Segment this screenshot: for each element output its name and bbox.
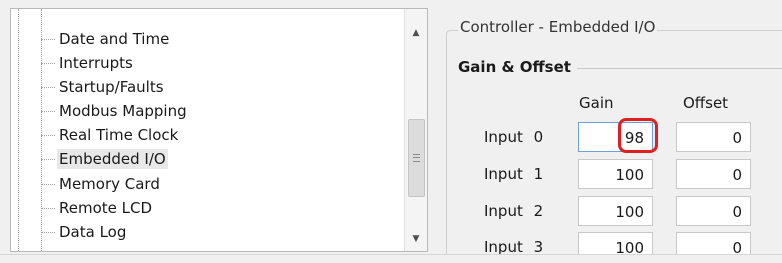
offset-input-2[interactable]: 0 [676, 196, 751, 226]
tree-scrollbar[interactable]: ▲ ▼ [404, 9, 427, 251]
gain-input-0[interactable]: 98 [578, 122, 653, 152]
scroll-down-arrow-icon[interactable]: ▼ [405, 229, 427, 249]
gain-column-header: Gain [579, 94, 614, 112]
tree-branch [41, 231, 55, 233]
tree-branch [41, 158, 55, 160]
input-row-2: Input 2 100 0 [440, 194, 782, 226]
tree-branch [41, 183, 55, 185]
gain-input-2[interactable]: 100 [578, 196, 653, 226]
tree-item-embedded-io[interactable]: Embedded I/O [41, 147, 168, 171]
controller-panel: Controller - Embedded I/O Gain & Offset … [440, 8, 782, 262]
controller-title: Controller - Embedded I/O [458, 18, 658, 36]
tree-branch [41, 62, 55, 64]
tree-item-label: Startup/Faults [59, 78, 164, 96]
tree-item-label: Memory Card [59, 175, 160, 193]
tree-item-remote-lcd[interactable]: Remote LCD [41, 196, 154, 220]
input-row-label: Input 2 [484, 202, 544, 220]
tree-item-real-time-clock[interactable]: Real Time Clock [41, 123, 180, 147]
gain-offset-heading: Gain & Offset [458, 58, 571, 76]
tree-item-label: Real Time Clock [59, 126, 179, 144]
tree-item-label: Data Log [59, 223, 127, 241]
gain-input-1[interactable]: 100 [578, 159, 653, 189]
nav-tree: Date and Time Interrupts Startup/Faults … [10, 8, 428, 252]
tree-branch [41, 86, 55, 88]
tree-item-memory-card[interactable]: Memory Card [41, 172, 162, 196]
tree-item-date-and-time[interactable]: Date and Time [41, 27, 171, 51]
tree-branch [41, 134, 55, 136]
input-row-label: Input 0 [484, 128, 544, 146]
offset-input-1[interactable]: 0 [676, 159, 751, 189]
section-divider [577, 68, 782, 69]
input-row-1: Input 1 100 0 [440, 157, 782, 189]
tree-item-data-log[interactable]: Data Log [41, 220, 128, 244]
tree-branch [41, 38, 55, 40]
tree-item-interrupts[interactable]: Interrupts [41, 51, 135, 75]
tree-item-label: Interrupts [59, 54, 133, 72]
tree-item-modbus-mapping[interactable]: Modbus Mapping [41, 99, 189, 123]
tree-item-label: Date and Time [59, 30, 170, 48]
scrollbar-thumb[interactable] [408, 119, 425, 197]
bottom-strip [0, 254, 782, 263]
input-row-label: Input 1 [484, 165, 544, 183]
offset-column-header: Offset [683, 94, 729, 112]
scrollbar-grip-icon [413, 154, 420, 162]
tree-item-startup-faults[interactable]: Startup/Faults [41, 75, 166, 99]
tree-item-label: Modbus Mapping [59, 102, 187, 120]
tree-branch [41, 207, 55, 209]
tree-branch [41, 110, 55, 112]
tree-item-label: Remote LCD [59, 199, 153, 217]
input-row-0: Input 0 98 0 [440, 120, 782, 152]
offset-input-0[interactable]: 0 [676, 122, 751, 152]
tree-guide-line-outer [18, 9, 19, 251]
tree-item-label: Embedded I/O [57, 149, 168, 169]
scroll-up-arrow-icon[interactable]: ▲ [405, 23, 427, 43]
